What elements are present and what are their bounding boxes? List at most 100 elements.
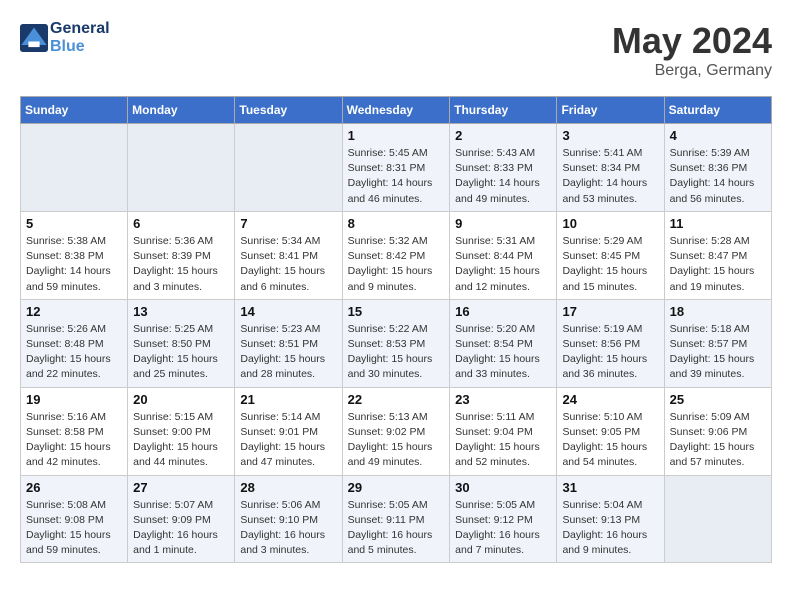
day-info: Sunrise: 5:28 AMSunset: 8:47 PMDaylight:… (670, 234, 766, 295)
weekday-header: Friday (557, 97, 664, 124)
location-title: Berga, Germany (612, 62, 772, 80)
day-number: 8 (348, 216, 445, 231)
calendar-cell: 30 Sunrise: 5:05 AMSunset: 9:12 PMDayligh… (450, 475, 557, 563)
calendar-cell: 5 Sunrise: 5:38 AMSunset: 8:38 PMDaylight… (21, 211, 128, 299)
weekday-header: Wednesday (342, 97, 450, 124)
calendar-cell: 15 Sunrise: 5:22 AMSunset: 8:53 PMDayligh… (342, 299, 450, 387)
day-info: Sunrise: 5:25 AMSunset: 8:50 PMDaylight:… (133, 322, 229, 383)
day-number: 2 (455, 128, 551, 143)
calendar-cell: 10 Sunrise: 5:29 AMSunset: 8:45 PMDayligh… (557, 211, 664, 299)
day-number: 28 (240, 480, 336, 495)
day-number: 18 (670, 304, 766, 319)
day-info: Sunrise: 5:04 AMSunset: 9:13 PMDaylight:… (562, 498, 658, 559)
calendar-cell: 24 Sunrise: 5:10 AMSunset: 9:05 PMDayligh… (557, 387, 664, 475)
day-info: Sunrise: 5:45 AMSunset: 8:31 PMDaylight:… (348, 146, 445, 207)
calendar-cell: 22Sunrise: 5:13 AMSunset: 9:02 PMDayligh… (342, 387, 450, 475)
title-block: May 2024 Berga, Germany (612, 20, 772, 80)
day-info: Sunrise: 5:18 AMSunset: 8:57 PMDaylight:… (670, 322, 766, 383)
day-info: Sunrise: 5:41 AMSunset: 8:34 PMDaylight:… (562, 146, 658, 207)
day-info: Sunrise: 5:09 AMSunset: 9:06 PMDaylight:… (670, 410, 766, 471)
calendar-cell (235, 124, 342, 212)
day-number: 10 (562, 216, 658, 231)
calendar-table: SundayMondayTuesdayWednesdayThursdayFrid… (20, 96, 772, 563)
day-info: Sunrise: 5:15 AMSunset: 9:00 PMDaylight:… (133, 410, 229, 471)
day-number: 9 (455, 216, 551, 231)
logo-text: General Blue (50, 20, 110, 56)
day-number: 13 (133, 304, 229, 319)
day-info: Sunrise: 5:08 AMSunset: 9:08 PMDaylight:… (26, 498, 122, 559)
calendar-week-row: 12Sunrise: 5:26 AMSunset: 8:48 PMDayligh… (21, 299, 772, 387)
calendar-cell: 9 Sunrise: 5:31 AMSunset: 8:44 PMDaylight… (450, 211, 557, 299)
calendar-cell: 21 Sunrise: 5:14 AMSunset: 9:01 PMDayligh… (235, 387, 342, 475)
calendar-header-row: SundayMondayTuesdayWednesdayThursdayFrid… (21, 97, 772, 124)
day-number: 1 (348, 128, 445, 143)
calendar-cell (128, 124, 235, 212)
calendar-cell: 4Sunrise: 5:39 AMSunset: 8:36 PMDaylight… (664, 124, 771, 212)
day-number: 14 (240, 304, 336, 319)
calendar-week-row: 26 Sunrise: 5:08 AMSunset: 9:08 PMDayligh… (21, 475, 772, 563)
day-number: 16 (455, 304, 551, 319)
calendar-cell: 26 Sunrise: 5:08 AMSunset: 9:08 PMDayligh… (21, 475, 128, 563)
day-info: Sunrise: 5:07 AMSunset: 9:09 PMDaylight:… (133, 498, 229, 559)
calendar-cell: 20 Sunrise: 5:15 AMSunset: 9:00 PMDayligh… (128, 387, 235, 475)
day-info: Sunrise: 5:05 AMSunset: 9:12 PMDaylight:… (455, 498, 551, 559)
day-info: Sunrise: 5:06 AMSunset: 9:10 PMDaylight:… (240, 498, 336, 559)
day-info: Sunrise: 5:22 AMSunset: 8:53 PMDaylight:… (348, 322, 445, 383)
day-info: Sunrise: 5:29 AMSunset: 8:45 PMDaylight:… (562, 234, 658, 295)
day-number: 29 (348, 480, 445, 495)
calendar-cell: 31 Sunrise: 5:04 AMSunset: 9:13 PMDayligh… (557, 475, 664, 563)
day-info: Sunrise: 5:43 AMSunset: 8:33 PMDaylight:… (455, 146, 551, 207)
calendar-cell: 25 Sunrise: 5:09 AMSunset: 9:06 PMDayligh… (664, 387, 771, 475)
calendar-cell: 14Sunrise: 5:23 AMSunset: 8:51 PMDayligh… (235, 299, 342, 387)
calendar-cell: 29Sunrise: 5:05 AMSunset: 9:11 PMDayligh… (342, 475, 450, 563)
weekday-header: Saturday (664, 97, 771, 124)
day-info: Sunrise: 5:10 AMSunset: 9:05 PMDaylight:… (562, 410, 658, 471)
weekday-header: Monday (128, 97, 235, 124)
day-info: Sunrise: 5:38 AMSunset: 8:38 PMDaylight:… (26, 234, 122, 295)
day-number: 30 (455, 480, 551, 495)
calendar-week-row: 1 Sunrise: 5:45 AMSunset: 8:31 PMDaylight… (21, 124, 772, 212)
weekday-header: Tuesday (235, 97, 342, 124)
month-title: May 2024 (612, 20, 772, 62)
calendar-cell: 23Sunrise: 5:11 AMSunset: 9:04 PMDayligh… (450, 387, 557, 475)
calendar-cell: 6 Sunrise: 5:36 AMSunset: 8:39 PMDaylight… (128, 211, 235, 299)
day-number: 27 (133, 480, 229, 495)
day-info: Sunrise: 5:36 AMSunset: 8:39 PMDaylight:… (133, 234, 229, 295)
day-number: 20 (133, 392, 229, 407)
day-number: 6 (133, 216, 229, 231)
calendar-cell: 17Sunrise: 5:19 AMSunset: 8:56 PMDayligh… (557, 299, 664, 387)
calendar-cell: 13 Sunrise: 5:25 AMSunset: 8:50 PMDayligh… (128, 299, 235, 387)
calendar-cell: 16Sunrise: 5:20 AMSunset: 8:54 PMDayligh… (450, 299, 557, 387)
day-number: 24 (562, 392, 658, 407)
calendar-cell (664, 475, 771, 563)
day-number: 31 (562, 480, 658, 495)
day-number: 11 (670, 216, 766, 231)
logo-icon (20, 24, 48, 52)
day-info: Sunrise: 5:31 AMSunset: 8:44 PMDaylight:… (455, 234, 551, 295)
weekday-header: Thursday (450, 97, 557, 124)
day-info: Sunrise: 5:11 AMSunset: 9:04 PMDaylight:… (455, 410, 551, 471)
calendar-week-row: 5 Sunrise: 5:38 AMSunset: 8:38 PMDaylight… (21, 211, 772, 299)
day-number: 19 (26, 392, 122, 407)
calendar-week-row: 19 Sunrise: 5:16 AMSunset: 8:58 PMDayligh… (21, 387, 772, 475)
day-number: 7 (240, 216, 336, 231)
day-info: Sunrise: 5:34 AMSunset: 8:41 PMDaylight:… (240, 234, 336, 295)
calendar-cell: 2 Sunrise: 5:43 AMSunset: 8:33 PMDaylight… (450, 124, 557, 212)
day-number: 26 (26, 480, 122, 495)
day-number: 17 (562, 304, 658, 319)
day-number: 15 (348, 304, 445, 319)
day-number: 5 (26, 216, 122, 231)
calendar-cell: 3Sunrise: 5:41 AMSunset: 8:34 PMDaylight… (557, 124, 664, 212)
day-number: 21 (240, 392, 336, 407)
calendar-cell: 11 Sunrise: 5:28 AMSunset: 8:47 PMDayligh… (664, 211, 771, 299)
logo: General Blue (20, 20, 110, 56)
day-number: 25 (670, 392, 766, 407)
calendar-cell: 27 Sunrise: 5:07 AMSunset: 9:09 PMDayligh… (128, 475, 235, 563)
day-info: Sunrise: 5:14 AMSunset: 9:01 PMDaylight:… (240, 410, 336, 471)
calendar-cell: 12Sunrise: 5:26 AMSunset: 8:48 PMDayligh… (21, 299, 128, 387)
day-number: 12 (26, 304, 122, 319)
calendar-cell: 8Sunrise: 5:32 AMSunset: 8:42 PMDaylight… (342, 211, 450, 299)
day-info: Sunrise: 5:16 AMSunset: 8:58 PMDaylight:… (26, 410, 122, 471)
day-info: Sunrise: 5:13 AMSunset: 9:02 PMDaylight:… (348, 410, 445, 471)
page-header: General Blue May 2024 Berga, Germany (20, 20, 772, 80)
